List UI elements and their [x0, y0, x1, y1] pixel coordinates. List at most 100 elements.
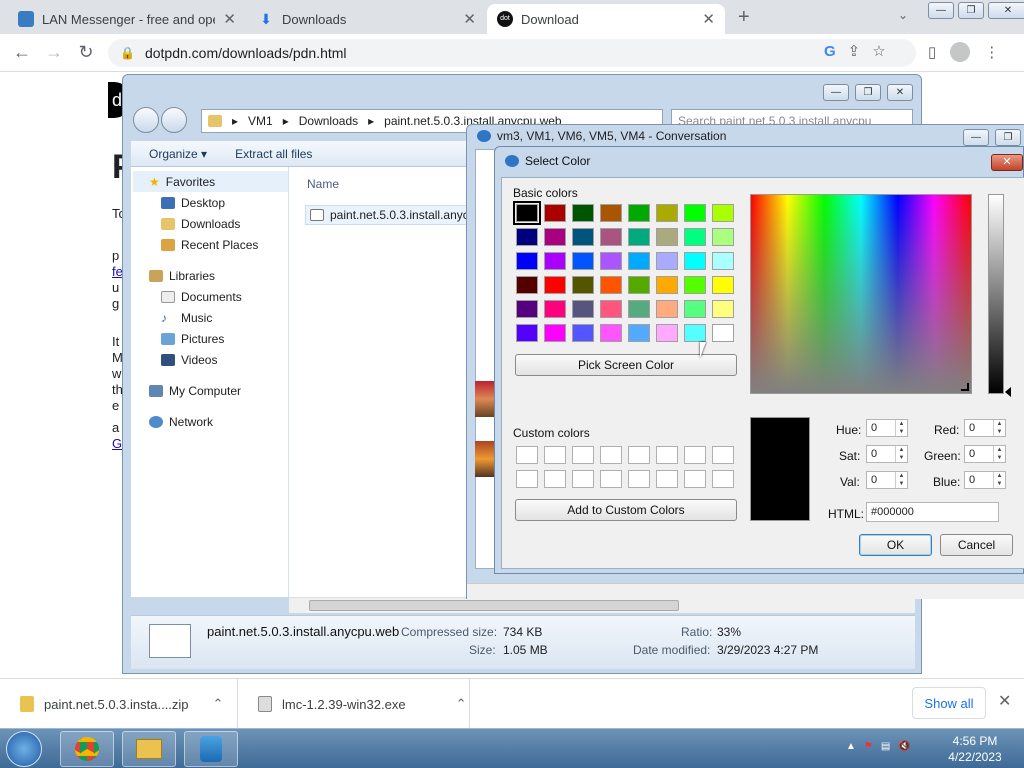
ok-button[interactable]: OK	[859, 534, 932, 556]
back-nav-button[interactable]	[133, 107, 159, 133]
bookmark-star-icon[interactable]: ☆	[872, 42, 885, 60]
basic-color-swatch[interactable]	[628, 276, 650, 294]
volume-icon[interactable]: 🔇	[898, 741, 910, 752]
taskbar-explorer[interactable]	[122, 731, 176, 767]
link-fragment[interactable]: G	[112, 436, 122, 451]
close-tab-icon[interactable]: ✕	[463, 10, 476, 28]
custom-color-swatch[interactable]	[600, 446, 622, 464]
google-lens-icon[interactable]: G	[824, 43, 836, 60]
close-tab-icon[interactable]: ✕	[223, 10, 236, 28]
basic-color-swatch[interactable]	[712, 252, 734, 270]
basic-color-swatch[interactable]	[684, 276, 706, 294]
clock[interactable]: 4:56 PM 4/22/2023	[940, 733, 1010, 765]
back-arrow-icon[interactable]: ←	[8, 38, 36, 66]
hue-saturation-picker[interactable]	[750, 194, 972, 394]
custom-color-swatch[interactable]	[628, 446, 650, 464]
basic-color-swatch[interactable]	[572, 300, 594, 318]
basic-color-swatch[interactable]	[628, 300, 650, 318]
basic-color-swatch[interactable]	[544, 228, 566, 246]
tab-downloads[interactable]: ⬇ Downloads ✕	[248, 4, 486, 34]
organize-button[interactable]: Organize ▾	[149, 147, 207, 161]
basic-color-swatch[interactable]	[516, 276, 538, 294]
basic-color-swatch[interactable]	[600, 204, 622, 222]
taskbar-lan-messenger[interactable]	[184, 731, 238, 767]
hue-spinbox[interactable]: 0 ▲ ▼	[866, 419, 908, 437]
basic-color-swatch[interactable]	[656, 324, 678, 342]
nav-music[interactable]: ♪ Music	[149, 307, 288, 328]
reload-icon[interactable]: ↻	[72, 38, 100, 66]
download-item[interactable]: paint.net.5.0.3.insta....zip ⌃	[0, 679, 238, 729]
custom-color-swatch[interactable]	[516, 470, 538, 488]
custom-color-swatch[interactable]	[684, 446, 706, 464]
minimize-button[interactable]: —	[963, 129, 989, 146]
basic-color-swatch[interactable]	[712, 276, 734, 294]
basic-color-swatch[interactable]	[628, 204, 650, 222]
spin-arrows-icon[interactable]: ▲ ▼	[993, 420, 1005, 436]
custom-color-swatch[interactable]	[712, 470, 734, 488]
basic-color-swatch[interactable]	[600, 228, 622, 246]
custom-color-swatch[interactable]	[656, 470, 678, 488]
new-tab-button[interactable]: +	[738, 6, 750, 29]
close-window-button[interactable]: ✕	[887, 84, 913, 101]
basic-color-swatch[interactable]	[516, 252, 538, 270]
minimize-button[interactable]: —	[823, 84, 849, 101]
profile-avatar-icon[interactable]	[950, 42, 971, 62]
basic-color-swatch[interactable]	[684, 204, 706, 222]
forward-nav-button[interactable]	[161, 107, 187, 133]
basic-color-swatch[interactable]	[656, 204, 678, 222]
basic-color-swatch[interactable]	[544, 204, 566, 222]
extract-all-button[interactable]: Extract all files	[235, 147, 312, 161]
basic-color-swatch[interactable]	[516, 324, 538, 342]
nav-libraries[interactable]: Libraries	[149, 265, 288, 286]
side-panel-icon[interactable]: ▯	[928, 43, 936, 61]
basic-color-swatch[interactable]	[684, 252, 706, 270]
maximize-button[interactable]: ❐	[958, 2, 984, 19]
custom-color-swatch[interactable]	[656, 446, 678, 464]
custom-color-swatch[interactable]	[544, 470, 566, 488]
basic-color-swatch[interactable]	[712, 228, 734, 246]
green-spinbox[interactable]: 0 ▲ ▼	[964, 445, 1006, 463]
horizontal-scrollbar[interactable]	[289, 597, 915, 613]
taskbar-chrome[interactable]	[60, 731, 114, 767]
add-to-custom-colors-button[interactable]: Add to Custom Colors	[515, 499, 737, 521]
conversation-scrollbar[interactable]	[467, 583, 1024, 599]
show-all-button[interactable]: Show all	[912, 687, 986, 719]
nav-pictures[interactable]: Pictures	[149, 328, 288, 349]
scrollbar-thumb[interactable]	[309, 600, 679, 611]
spin-arrows-icon[interactable]: ▲ ▼	[895, 472, 907, 488]
nav-desktop[interactable]: Desktop	[149, 192, 288, 213]
basic-color-swatch[interactable]	[628, 228, 650, 246]
basic-color-swatch[interactable]	[656, 300, 678, 318]
basic-color-swatch[interactable]	[516, 300, 538, 318]
cancel-button[interactable]: Cancel	[940, 534, 1013, 556]
basic-color-swatch[interactable]	[712, 324, 734, 342]
maximize-button[interactable]: ❐	[995, 129, 1021, 146]
basic-color-swatch[interactable]	[684, 300, 706, 318]
sat-spinbox[interactable]: 0 ▲ ▼	[866, 445, 908, 463]
basic-color-swatch[interactable]	[572, 324, 594, 342]
basic-color-swatch[interactable]	[600, 276, 622, 294]
file-row[interactable]: paint.net.5.0.3.install.anycpu	[305, 205, 488, 225]
basic-color-swatch[interactable]	[656, 252, 678, 270]
nav-documents[interactable]: Documents	[149, 286, 288, 307]
custom-color-swatch[interactable]	[516, 446, 538, 464]
breadcrumb-item[interactable]: Downloads	[299, 114, 358, 128]
custom-color-swatch[interactable]	[684, 470, 706, 488]
forward-arrow-icon[interactable]: →	[40, 38, 68, 66]
basic-color-swatch[interactable]	[628, 324, 650, 342]
basic-color-swatch[interactable]	[572, 204, 594, 222]
close-window-button[interactable]: ✕	[988, 2, 1024, 19]
download-item[interactable]: lmc-1.2.39-win32.exe ⌃	[238, 679, 470, 729]
chevron-up-icon[interactable]: ⌃	[456, 696, 467, 712]
basic-color-swatch[interactable]	[513, 201, 541, 225]
maximize-button[interactable]: ❐	[855, 84, 881, 101]
slider-arrow-icon[interactable]	[1005, 387, 1011, 397]
basic-color-swatch[interactable]	[628, 252, 650, 270]
spin-arrows-icon[interactable]: ▲ ▼	[895, 446, 907, 462]
spin-arrows-icon[interactable]: ▲ ▼	[895, 420, 907, 436]
picker-crosshair[interactable]	[961, 383, 969, 391]
action-center-icon[interactable]: ⚑	[864, 741, 873, 752]
custom-color-swatch[interactable]	[544, 446, 566, 464]
basic-color-swatch[interactable]	[572, 252, 594, 270]
basic-color-swatch[interactable]	[544, 324, 566, 342]
